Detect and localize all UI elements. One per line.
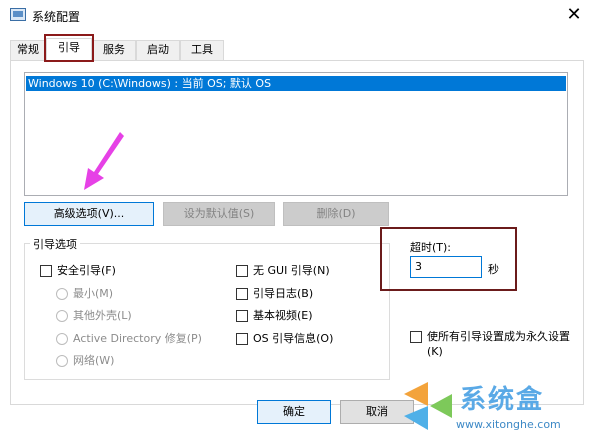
advanced-options-button[interactable]: 高级选项(V)...	[24, 202, 154, 226]
checkbox-icon	[410, 331, 422, 343]
watermark-name: 系统盒	[460, 385, 545, 415]
title-bar: 系统配置 ✕	[0, 0, 592, 30]
close-button[interactable]: ✕	[562, 4, 586, 26]
timeout-unit: 秒	[488, 263, 499, 276]
tab-startup[interactable]: 启动	[136, 40, 180, 60]
minimal-label: 最小(M)	[73, 287, 114, 300]
boot-log-label: 引导日志(B)	[253, 287, 314, 300]
msconfig-icon	[10, 8, 26, 21]
set-default-button[interactable]: 设为默认值(S)	[163, 202, 275, 226]
boot-log-checkbox[interactable]: 引导日志(B)	[236, 287, 313, 301]
active-directory-label: Active Directory 修复(P)	[73, 332, 202, 345]
tab-tools[interactable]: 工具	[180, 40, 224, 60]
no-gui-boot-label: 无 GUI 引导(N)	[253, 264, 330, 277]
make-permanent-checkbox[interactable]: 使所有引导设置成为永久设置(K)	[410, 329, 580, 359]
radio-icon	[56, 333, 68, 345]
network-radio[interactable]: 网络(W)	[56, 354, 114, 368]
os-list-item[interactable]: Windows 10 (C:\Windows) : 当前 OS; 默认 OS	[26, 76, 566, 91]
watermark-url: www.xitonghe.com	[456, 418, 561, 431]
radio-icon	[56, 310, 68, 322]
checkbox-icon	[236, 333, 248, 345]
window-title: 系统配置	[32, 10, 81, 24]
checkbox-icon	[236, 265, 248, 277]
active-directory-radio[interactable]: Active Directory 修复(P)	[56, 332, 202, 346]
os-boot-info-checkbox[interactable]: OS 引导信息(O)	[236, 332, 333, 346]
safe-boot-label: 安全引导(F)	[57, 264, 116, 277]
os-boot-info-label: OS 引导信息(O)	[253, 332, 334, 345]
alternate-shell-radio[interactable]: 其他外壳(L)	[56, 309, 132, 323]
timeout-label: 超时(T):	[410, 241, 452, 254]
safe-boot-checkbox[interactable]: 安全引导(F)	[40, 264, 116, 278]
no-gui-boot-checkbox[interactable]: 无 GUI 引导(N)	[236, 264, 330, 278]
checkbox-icon	[236, 288, 248, 300]
tab-services[interactable]: 服务	[92, 40, 136, 60]
checkbox-icon	[40, 265, 52, 277]
tab-general[interactable]: 常规	[10, 40, 46, 60]
radio-icon	[56, 355, 68, 367]
base-video-checkbox[interactable]: 基本视频(E)	[236, 309, 313, 323]
boot-options-title: 引导选项	[30, 236, 80, 252]
base-video-label: 基本视频(E)	[253, 309, 313, 322]
checkbox-icon	[236, 310, 248, 322]
arrow-annotation-icon	[84, 132, 124, 190]
make-permanent-label: 使所有引导设置成为永久设置(K)	[427, 330, 570, 358]
delete-button[interactable]: 删除(D)	[283, 202, 389, 226]
minimal-radio[interactable]: 最小(M)	[56, 287, 113, 301]
ok-button[interactable]: 确定	[257, 400, 331, 424]
network-label: 网络(W)	[73, 354, 115, 367]
alternate-shell-label: 其他外壳(L)	[73, 309, 132, 322]
radio-icon	[56, 288, 68, 300]
tab-boot[interactable]: 引导	[46, 38, 92, 62]
timeout-input[interactable]: 3	[410, 256, 482, 278]
